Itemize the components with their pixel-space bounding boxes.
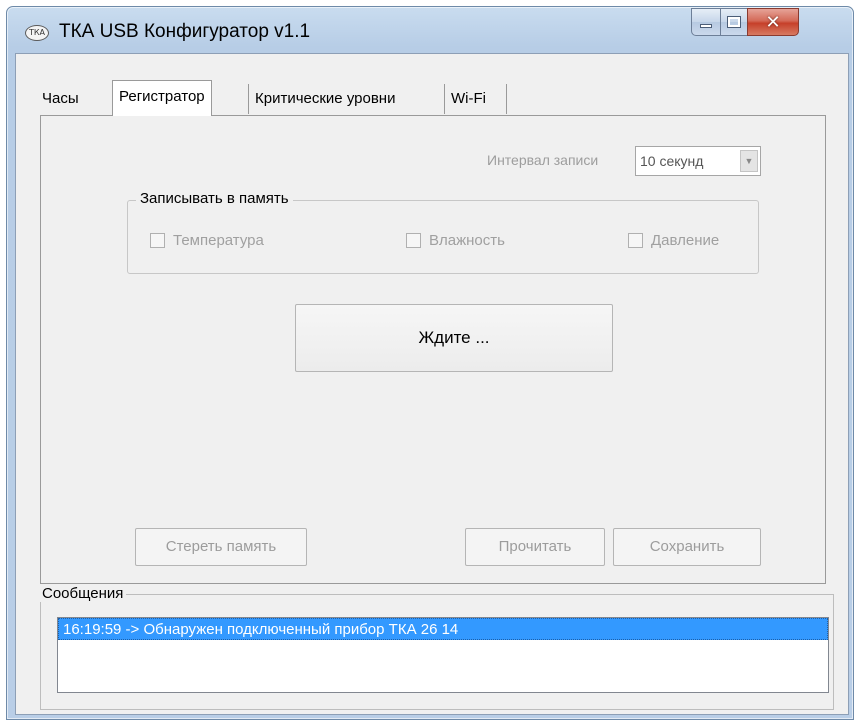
checkbox-square[interactable] [406, 233, 421, 248]
pressure-label: Давление [651, 232, 720, 249]
erase-memory-button[interactable]: Стереть память [135, 528, 307, 566]
pressure-checkbox[interactable]: Давление [628, 232, 719, 249]
close-icon: ✕ [765, 11, 781, 33]
checkbox-square[interactable] [150, 233, 165, 248]
messages-group: Сообщения 16:19:59 -> Обнаружен подключе… [39, 585, 834, 710]
checkbox-square[interactable] [628, 233, 643, 248]
interval-label: Интервал записи [487, 152, 599, 168]
title-bar[interactable]: ТКА ТКА USB Конфигуратор v1.1 ✕ [7, 7, 853, 53]
tab-logger[interactable]: Регистратор [112, 80, 212, 116]
humidity-checkbox[interactable]: Влажность [406, 232, 505, 249]
maximize-icon [727, 16, 741, 28]
record-to-memory-group: Записывать в память Температура Влажност… [127, 190, 759, 274]
list-item[interactable]: 16:19:59 -> Обнаружен подключенный прибо… [58, 618, 828, 640]
tab-critical-levels[interactable]: Критические уровни [248, 84, 401, 114]
maximize-button[interactable] [720, 8, 748, 36]
messages-title: Сообщения [39, 585, 127, 602]
tab-wifi[interactable]: Wi-Fi [444, 84, 507, 114]
window-title: ТКА USB Конфигуратор v1.1 [59, 21, 311, 42]
chevron-down-icon[interactable]: ▼ [740, 150, 758, 172]
read-button[interactable]: Прочитать [465, 528, 605, 566]
save-button[interactable]: Сохранить [613, 528, 761, 566]
temperature-checkbox[interactable]: Температура [150, 232, 264, 249]
app-window: ТКА ТКА USB Конфигуратор v1.1 ✕ Часы Рег… [6, 6, 854, 720]
minimize-icon [700, 24, 712, 28]
tab-clock[interactable]: Часы [36, 84, 85, 114]
humidity-label: Влажность [429, 232, 505, 249]
messages-list[interactable]: 16:19:59 -> Обнаружен подключенный прибо… [57, 617, 829, 693]
app-icon: ТКА [25, 25, 49, 41]
wait-button[interactable]: Ждите ... [295, 304, 613, 372]
interval-select[interactable]: 10 секунд ▼ [635, 146, 761, 176]
temperature-label: Температура [173, 232, 264, 249]
close-button[interactable]: ✕ [747, 8, 799, 36]
group-title: Записывать в память [136, 190, 293, 207]
logger-tab-panel: Интервал записи 10 секунд ▼ Записывать в… [40, 115, 826, 584]
interval-value: 10 секунд [640, 153, 704, 169]
minimize-button[interactable] [691, 8, 721, 36]
client-area: Часы Регистратор Критические уровни Wi-F… [15, 53, 849, 715]
